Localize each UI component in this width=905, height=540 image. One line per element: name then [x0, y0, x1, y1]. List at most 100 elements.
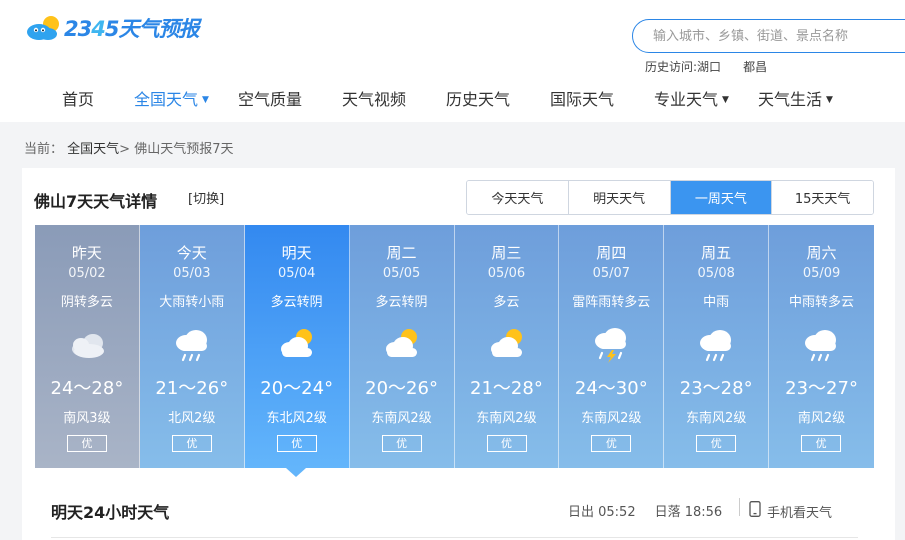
breadcrumb-link-national[interactable]: 全国天气 [67, 142, 119, 157]
rain-icon [700, 330, 732, 362]
day-column[interactable]: 明天 05/04 多云转阴 20～24° 东北风2级优 [244, 225, 350, 468]
day-wind: 东南风2级 [581, 411, 642, 426]
day-column[interactable]: 周二 05/05 多云转阴 20～26° 东南风2级优 [349, 225, 455, 468]
nav-weather-life[interactable]: 天气生活 ▼ [758, 86, 833, 110]
tab-today[interactable]: 今天天气 [467, 181, 569, 214]
day-condition: 多云转阴 [375, 295, 428, 310]
nav-professional-weather[interactable]: 专业天气 ▼ [654, 86, 729, 110]
day-columns: 昨天 05/02 阴转多云 24～28° 南风3级优 今天 05/03 大雨转小雨 21～26°… [35, 225, 874, 468]
history-item-hukou[interactable]: 湖口 [697, 60, 721, 74]
forecast-tabs: 今天天气 明天天气 一周天气 15天天气 [466, 180, 874, 215]
divider [51, 537, 858, 538]
breadcrumb: 当前： 全国天气> 佛山天气预报7天 [24, 138, 234, 157]
day-condition: 中雨 [703, 295, 730, 310]
caret-down-icon: ▼ [722, 95, 729, 105]
sun-times: 日出 05:52 日落 18:56 [568, 501, 722, 520]
day-wind: 南风2级 [797, 411, 846, 426]
nav-home[interactable]: 首页 [62, 86, 94, 110]
rain-icon [175, 330, 207, 362]
day-temperature: 21～26° [155, 378, 229, 399]
mobile-weather-link[interactable]: 手机看天气 [749, 501, 832, 521]
day-wind: 东南风2级 [371, 411, 432, 426]
nav-national-weather[interactable]: 全国天气 ▼ [134, 86, 209, 110]
day-wind: 南风3级 [63, 411, 111, 426]
day-condition: 大雨转小雨 [159, 295, 225, 310]
history-item-duchang[interactable]: 都昌 [743, 58, 767, 75]
search-input[interactable] [633, 20, 905, 52]
aqi-badge[interactable]: 优 [381, 435, 422, 452]
partly-cloudy-icon [280, 329, 312, 357]
rain-icon [805, 330, 837, 362]
divider [739, 498, 740, 516]
forecast-panel: 佛山7天天气详情 [切换] 今天天气 明天天气 一周天气 15天天气 昨天 05/… [22, 168, 895, 540]
day-name: 周三 [491, 244, 522, 262]
day-condition: 雷阵雨转多云 [572, 295, 651, 310]
sunset-time: 日落 18:56 [654, 505, 723, 520]
day-wind: 东南风2级 [476, 411, 537, 426]
day-date: 05/09 [802, 266, 841, 281]
day-name: 周二 [386, 244, 417, 262]
day-name: 周四 [596, 244, 627, 262]
site-header: 2345天气预报 历史访问:湖口 都昌 首页 全国天气▼ 空气质量 天气视频 历… [0, 0, 905, 122]
day-temperature: 24～28° [50, 378, 124, 399]
day-date: 05/08 [697, 266, 735, 281]
breadcrumb-separator: > [119, 142, 131, 157]
thunderstorm-icon [595, 328, 627, 363]
day-date: 05/02 [68, 266, 106, 281]
partly-cloudy-icon [490, 329, 522, 357]
day-temperature: 21～28° [470, 378, 543, 399]
caret-down-icon: ▼ [202, 95, 209, 105]
sunrise-time: 日出 05:52 [568, 505, 636, 520]
caret-down-icon: ▼ [826, 95, 833, 105]
nav-international-weather[interactable]: 国际天气 [550, 86, 614, 110]
day-column[interactable]: 今天 05/03 大雨转小雨 21～26° 北风2级优 [139, 225, 245, 468]
day-condition: 多云转阴 [270, 295, 323, 310]
aqi-badge[interactable]: 优 [591, 435, 632, 452]
selected-day-pointer [286, 468, 306, 477]
aqi-badge[interactable]: 优 [276, 435, 317, 452]
day-column[interactable]: 周四 05/07 雷阵雨转多云 24～30° 东南风2级优 [559, 225, 665, 468]
day-name: 周五 [701, 244, 732, 262]
day-name: 今天 [176, 244, 207, 262]
day-wind: 东南风2级 [686, 411, 747, 426]
tab-15-days[interactable]: 15天天气 [772, 181, 873, 214]
aqi-badge[interactable]: 优 [801, 435, 842, 452]
mobile-weather-label: 手机看天气 [767, 505, 833, 521]
aqi-badge[interactable]: 优 [67, 435, 107, 452]
breadcrumb-current: 佛山天气预报7天 [134, 142, 234, 157]
day-date: 05/03 [173, 266, 211, 281]
day-date: 05/04 [277, 266, 316, 281]
cloud-sun-logo-icon [24, 13, 64, 43]
day-date: 05/06 [487, 266, 526, 281]
day-temperature: 24～30° [574, 378, 648, 399]
day-column[interactable]: 周六 05/09 中雨转多云 23～27° 南风2级优 [769, 225, 874, 468]
history-label: 历史访问: [645, 60, 698, 74]
day-name: 昨天 [71, 244, 102, 262]
day-date: 05/05 [382, 266, 421, 281]
aqi-badge[interactable]: 优 [171, 435, 212, 452]
day-column[interactable]: 昨天 05/02 阴转多云 24～28° 南风3级优 [35, 225, 140, 468]
day-column[interactable]: 周三 05/06 多云 21～28° 东南风2级优 [454, 225, 560, 468]
overcast-cloud-icon [72, 334, 104, 358]
logo-text: 2345天气预报 [64, 17, 199, 41]
tab-tomorrow[interactable]: 明天天气 [568, 181, 671, 214]
nav-weather-video[interactable]: 天气视频 [342, 86, 406, 110]
nav-history-weather[interactable]: 历史天气 [446, 86, 510, 110]
tab-week[interactable]: 一周天气 [670, 181, 773, 214]
day-column[interactable]: 周五 05/08 中雨 23～28° 东南风2级优 [664, 225, 770, 468]
day-condition: 中雨转多云 [789, 295, 855, 310]
switch-city-link[interactable]: [切换] [188, 188, 224, 207]
breadcrumb-prefix: 当前： [24, 142, 64, 157]
nav-air-quality[interactable]: 空气质量 [238, 86, 302, 110]
aqi-badge[interactable]: 优 [696, 435, 737, 452]
phone-icon [749, 501, 761, 521]
site-logo[interactable]: 2345天气预报 [24, 12, 199, 44]
day-temperature: 23～27° [785, 378, 858, 399]
aqi-badge[interactable]: 优 [486, 435, 527, 452]
panel-title: 佛山7天天气详情 [34, 192, 158, 211]
day-temperature: 20～26° [365, 378, 438, 399]
day-date: 05/07 [592, 266, 631, 281]
day-condition: 阴转多云 [60, 295, 113, 310]
hourly-title: 明天24小时天气 [51, 503, 170, 522]
day-wind: 东北风2级 [266, 411, 327, 426]
